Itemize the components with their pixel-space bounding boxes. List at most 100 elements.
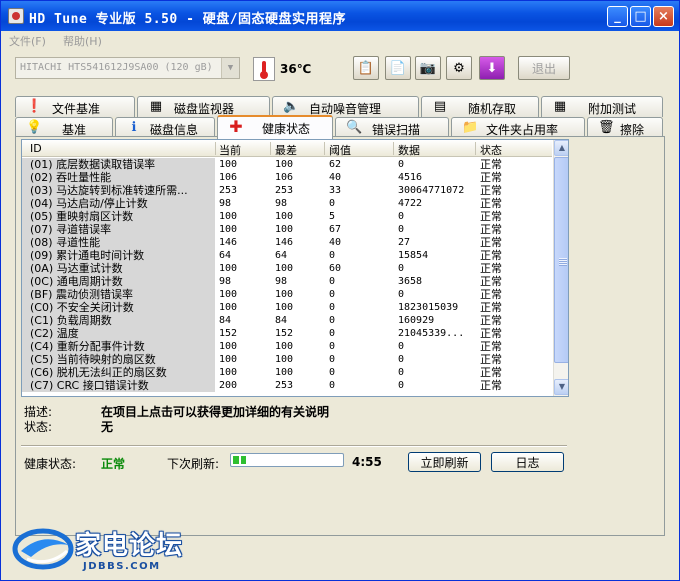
raw-data: 1823015039 [398, 302, 459, 313]
status-value: 正常 [480, 379, 502, 392]
tab-label: 文件基准 [52, 102, 101, 116]
table-row[interactable]: (03) 马达旋转到标准转速所需... 253 253 33 30064771072 正常 [22, 184, 552, 197]
tab-erase[interactable]: 🗑 擦除 [587, 117, 663, 138]
status-value: 正常 [480, 275, 502, 288]
screenshot-camera-icon: 📷 [419, 60, 437, 76]
table-row[interactable]: (C4) 重新分配事件计数 100 100 0 0 正常 [22, 340, 552, 353]
attribute-name: (09) 累计通电时间计数 [22, 249, 215, 262]
raw-data: 0 [398, 263, 405, 274]
table-body: (01) 底层数据读取错误率 100 100 62 0 正常 (02) 吞吐量性能 106 10… [22, 158, 552, 392]
title-bar[interactable]: HD Tune 专业版 5.50 - 硬盘/固态硬盘实用程序 _ □ × [1, 1, 679, 31]
refresh-now-button[interactable]: 立即刷新 [408, 452, 481, 472]
save-button[interactable]: ⬇ [479, 56, 505, 80]
raw-data: 30064771072 [398, 185, 465, 196]
current-value: 84 [219, 315, 232, 326]
table-row[interactable]: (07) 寻道错误率 100 100 67 0 正常 [22, 223, 552, 236]
status-value: 正常 [480, 197, 502, 210]
tab-disk-monitor[interactable]: ▦ 磁盘监视器 [137, 96, 270, 117]
current-value: 100 [219, 367, 238, 378]
status-value: 正常 [480, 223, 502, 236]
threshold-value: 0 [329, 367, 336, 378]
threshold-value: 0 [329, 380, 336, 391]
threshold-value: 0 [329, 354, 336, 365]
scroll-up-icon[interactable]: ▲ [554, 140, 568, 156]
table-row[interactable]: (0A) 马达重试计数 100 100 60 0 正常 [22, 262, 552, 275]
current-value: 100 [219, 341, 238, 352]
tab-label: 随机存取 [468, 102, 517, 116]
table-row[interactable]: (C5) 当前待映射的扇区数 100 100 0 0 正常 [22, 353, 552, 366]
magnifier-icon: 🔍 [346, 120, 363, 135]
threshold-value: 0 [329, 341, 336, 352]
status-value: 正常 [480, 236, 502, 249]
raw-data: 0 [398, 380, 405, 391]
column-id[interactable]: ID [30, 142, 42, 155]
attribute-name: (03) 马达旋转到标准转速所需... [22, 184, 215, 197]
column-status[interactable]: 状态 [480, 142, 502, 158]
attribute-name: (C5) 当前待映射的扇区数 [22, 353, 215, 366]
tab-aam[interactable]: 🔈 自动噪音管理 [272, 96, 419, 117]
attribute-name: (02) 吞吐量性能 [22, 171, 215, 184]
drive-select[interactable]: HITACHI HTS541612J9SA00 (120 gB) ▼ [15, 57, 240, 79]
column-data[interactable]: 数据 [398, 142, 420, 158]
tab-disk-info[interactable]: ℹ 磁盘信息 [115, 117, 215, 138]
raw-data: 0 [398, 159, 405, 170]
table-row[interactable]: (C1) 负载周期数 84 84 0 160929 正常 [22, 314, 552, 327]
threshold-value: 0 [329, 302, 336, 313]
tab-folder-usage[interactable]: 📁 文件夹占用率 [451, 117, 585, 138]
tab-benchmark[interactable]: 💡 基准 [15, 117, 113, 138]
threshold-value: 40 [329, 172, 342, 183]
vertical-scrollbar[interactable]: ▲ ▼ [553, 140, 568, 396]
tab-file-benchmark[interactable]: ❗ 文件基准 [15, 96, 135, 117]
tab-random-access[interactable]: ▤ 随机存取 [421, 96, 539, 117]
trash-icon: 🗑 [598, 120, 615, 135]
copy-info-button[interactable]: 📄 [385, 56, 411, 80]
tab-error-scan[interactable]: 🔍 错误扫描 [335, 117, 449, 138]
table-row[interactable]: (C0) 不安全关闭计数 100 100 0 1823015039 正常 [22, 301, 552, 314]
screenshot-button[interactable]: 📷 [415, 56, 441, 80]
health-status-label: 健康状态: [24, 457, 77, 471]
status-value: 正常 [480, 262, 502, 275]
maximize-button[interactable]: □ [630, 6, 651, 27]
raw-data: 0 [398, 354, 405, 365]
table-row[interactable]: (BF) 震动侦测错误率 100 100 0 0 正常 [22, 288, 552, 301]
current-value: 152 [219, 328, 238, 339]
table-row[interactable]: (C7) CRC 接口错误计数 200 253 0 0 正常 [22, 379, 552, 392]
table-row[interactable]: (0C) 通电周期计数 98 98 0 3658 正常 [22, 275, 552, 288]
attribute-name: (C4) 重新分配事件计数 [22, 340, 215, 353]
menu-file[interactable]: 文件(F) [9, 33, 46, 49]
raw-data: 0 [398, 367, 405, 378]
table-row[interactable]: (01) 底层数据读取错误率 100 100 62 0 正常 [22, 158, 552, 171]
menu-help[interactable]: 帮助(H) [63, 33, 102, 49]
column-current[interactable]: 当前 [219, 142, 241, 158]
worst-value: 100 [275, 224, 294, 235]
table-row[interactable]: (04) 马达启动/停止计数 98 98 0 4722 正常 [22, 197, 552, 210]
table-row[interactable]: (08) 寻道性能 146 146 40 27 正常 [22, 236, 552, 249]
scroll-thumb[interactable] [554, 157, 568, 363]
copy-text-button[interactable]: 📋 [353, 56, 379, 80]
tab-label: 附加测试 [588, 102, 637, 116]
table-row[interactable]: (C2) 温度 152 152 0 21045339... 正常 [22, 327, 552, 340]
smart-attributes-table[interactable]: ID 当前 最差 阈值 数据 状态 (01) 底层数据读取错误率 100 100 62… [21, 139, 569, 397]
tab-health[interactable]: ✚ 健康状态 [217, 115, 333, 139]
column-threshold[interactable]: 阈值 [329, 142, 351, 158]
log-button[interactable]: 日志 [491, 452, 564, 472]
table-row[interactable]: (05) 重映射扇区计数 100 100 5 0 正常 [22, 210, 552, 223]
table-row[interactable]: (02) 吞吐量性能 106 106 40 4516 正常 [22, 171, 552, 184]
options-button[interactable]: ⚙ [446, 56, 472, 80]
thermometer-icon [253, 57, 275, 81]
scroll-down-icon[interactable]: ▼ [554, 379, 568, 395]
status-value: 正常 [480, 249, 502, 262]
main-window: HD Tune 专业版 5.50 - 硬盘/固态硬盘实用程序 _ □ × 文件(… [0, 0, 680, 581]
current-value: 100 [219, 302, 238, 313]
table-row[interactable]: (09) 累计通电时间计数 64 64 0 15854 正常 [22, 249, 552, 262]
tab-extra-tests[interactable]: ▦ 附加测试 [541, 96, 663, 117]
exit-button[interactable]: 退出 [518, 56, 570, 80]
minimize-button[interactable]: _ [607, 6, 628, 27]
column-worst[interactable]: 最差 [275, 142, 297, 158]
chevron-down-icon[interactable]: ▼ [221, 58, 239, 78]
table-row[interactable]: (C6) 脱机无法纠正的扇区数 100 100 0 0 正常 [22, 366, 552, 379]
speaker-icon: 🔈 [283, 99, 300, 114]
close-button[interactable]: × [653, 6, 674, 27]
current-value: 100 [219, 211, 238, 222]
raw-data: 4722 [398, 198, 423, 209]
